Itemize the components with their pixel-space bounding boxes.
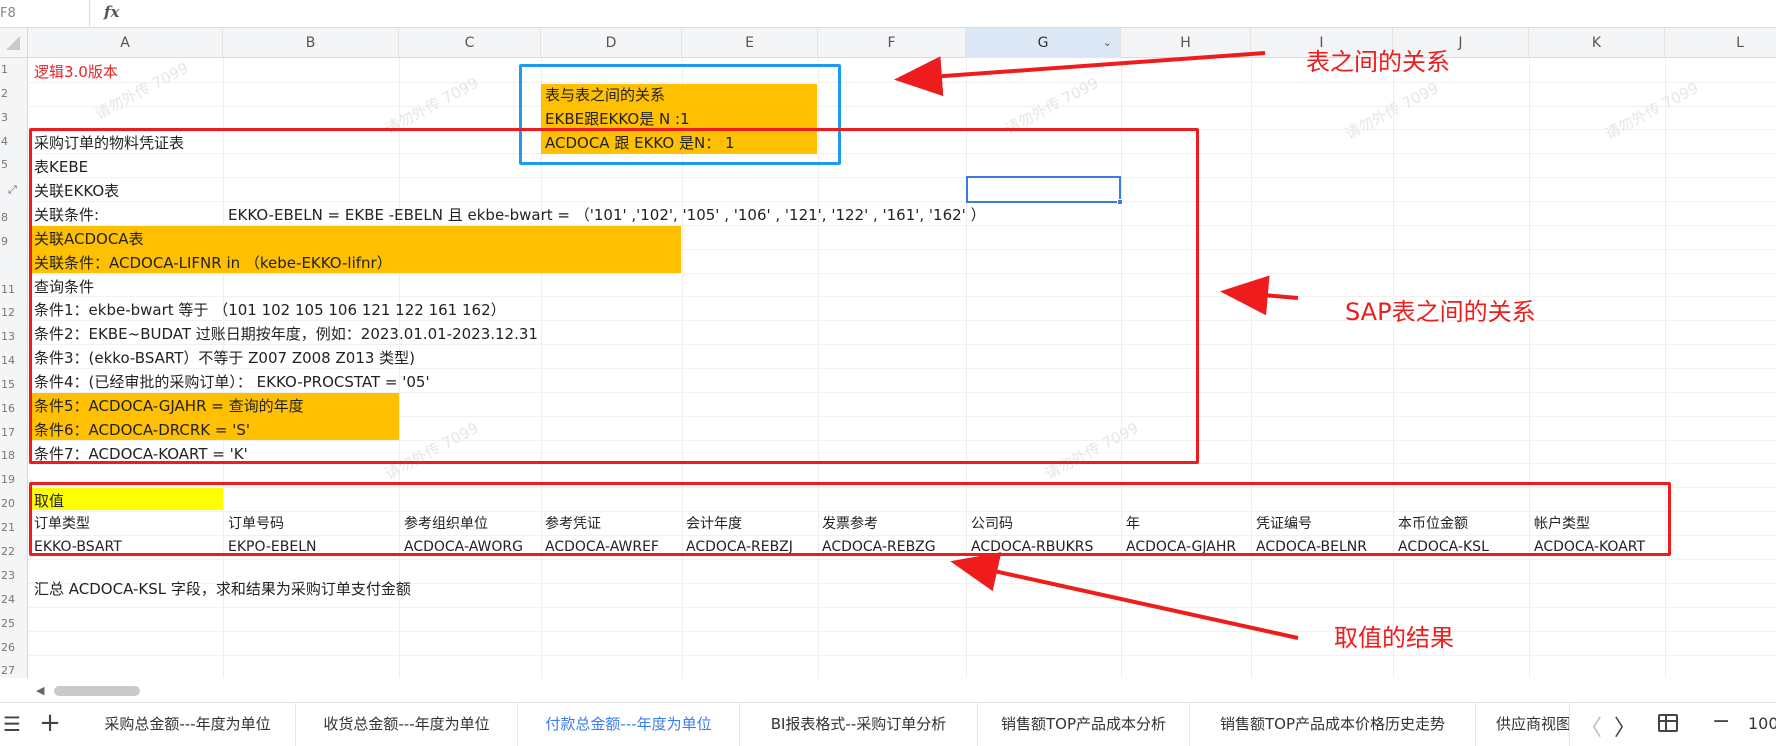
formula-input[interactable]	[140, 2, 1740, 26]
column-header-e[interactable]: E	[682, 28, 818, 58]
select-all-triangle-icon	[6, 36, 20, 50]
row-header[interactable]: 14	[0, 354, 28, 367]
grid-line	[28, 607, 1776, 608]
column-header-f[interactable]: F	[818, 28, 966, 58]
row-header[interactable]: 24	[0, 593, 28, 606]
row-header[interactable]: 16	[0, 402, 28, 415]
row-header[interactable]: 11	[0, 283, 28, 296]
normal-view-icon[interactable]	[1658, 714, 1678, 732]
scrollbar-thumb[interactable]	[54, 686, 140, 696]
annotation-sap-relation: SAP表之间的关系	[1345, 298, 1536, 326]
row-header[interactable]: 26	[0, 641, 28, 654]
annotation-table-relation: 表之间的关系	[1306, 48, 1450, 76]
row-header[interactable]: 3	[0, 111, 28, 124]
row-header[interactable]: 21	[0, 521, 28, 534]
column-header-b[interactable]: B	[223, 28, 399, 58]
grid-line	[28, 631, 1776, 632]
row-header[interactable]: 4	[0, 135, 28, 148]
sheet-tab[interactable]: 销售额TOP产品成本分析	[978, 702, 1190, 746]
grid-line	[28, 559, 1776, 560]
arrow-to-sap-relation	[1220, 275, 1299, 316]
name-box[interactable]: F8	[0, 0, 90, 28]
scroll-left-icon[interactable]: ◀	[36, 684, 44, 697]
row-header[interactable]: 27	[0, 664, 28, 677]
grid-line	[28, 82, 1776, 83]
annotation-result: 取值的结果	[1334, 624, 1454, 652]
grid-line	[28, 655, 1776, 656]
add-sheet-icon[interactable]: +	[36, 708, 64, 738]
row-header[interactable]: 13	[0, 330, 28, 343]
sheet-tab[interactable]: BI报表格式--采购订单分析	[740, 702, 978, 746]
horizontal-scrollbar[interactable]	[28, 680, 1776, 702]
row-header[interactable]: 2	[0, 87, 28, 100]
column-header-k[interactable]: K	[1529, 28, 1665, 58]
row-header[interactable]: 9	[0, 235, 28, 248]
sheet-tab[interactable]: 供应商视图	[1476, 702, 1570, 746]
row-header[interactable]: 19	[0, 473, 28, 486]
row-header[interactable]: 25	[0, 617, 28, 630]
summary-text: 汇总 ACDOCA-KSL 字段，求和结果为采购订单支付金额	[34, 580, 411, 598]
zoom-level[interactable]: 100	[1748, 714, 1776, 733]
tab-scroll-left-icon[interactable]: 〈	[1580, 710, 1602, 742]
grid-line	[28, 106, 1776, 107]
chevron-down-icon[interactable]: ⌄	[1103, 28, 1112, 58]
tab-scroll-right-icon[interactable]: 〉	[1614, 710, 1636, 742]
sheet-list-icon[interactable]: ☰	[0, 712, 24, 736]
sheet-tab[interactable]: 销售额TOP产品成本价格历史走势	[1190, 702, 1476, 746]
watermark: 请勿外传 7099	[1602, 78, 1702, 144]
zoom-out-icon[interactable]: −	[1712, 709, 1730, 734]
row-header[interactable]: 20	[0, 497, 28, 510]
row-header[interactable]: 1	[0, 63, 28, 76]
sheet-tab-active[interactable]: 付款总金额---年度为单位	[518, 702, 740, 746]
column-header-g[interactable]: G ⌄	[966, 28, 1121, 58]
row-header[interactable]: 12	[0, 306, 28, 319]
column-header-g-label: G	[1037, 35, 1049, 51]
fx-icon[interactable]: fx	[104, 3, 119, 21]
formula-bar: F8 fx	[0, 0, 1776, 28]
column-header-l[interactable]: L	[1665, 28, 1776, 58]
arrow-to-result	[950, 552, 1299, 640]
sheet-tab[interactable]: 收货总金额---年度为单位	[296, 702, 518, 746]
sheet-tab[interactable]: 采购总金额---年度为单位	[80, 702, 296, 746]
column-header-a[interactable]: A	[28, 28, 223, 58]
row-header[interactable]: 15	[0, 378, 28, 391]
column-header-d[interactable]: D	[541, 28, 682, 58]
expand-row-icon[interactable]: ⤢	[8, 183, 17, 197]
row-header-column	[0, 58, 28, 678]
version-note: 逻辑3.0版本	[34, 63, 118, 81]
watermark: 请勿外传 7099	[1342, 78, 1442, 144]
row-header[interactable]: 8	[0, 211, 28, 224]
column-header-c[interactable]: C	[399, 28, 541, 58]
row-header[interactable]: 5	[0, 158, 28, 171]
row-header[interactable]: 18	[0, 449, 28, 462]
row-header[interactable]: 22	[0, 545, 28, 558]
sap-relation-frame	[29, 128, 1199, 464]
row-header[interactable]: 17	[0, 426, 28, 439]
name-box-value: F8	[0, 6, 16, 21]
row-header[interactable]: 23	[0, 569, 28, 582]
result-frame	[29, 482, 1671, 556]
column-header-h[interactable]: H	[1121, 28, 1251, 58]
